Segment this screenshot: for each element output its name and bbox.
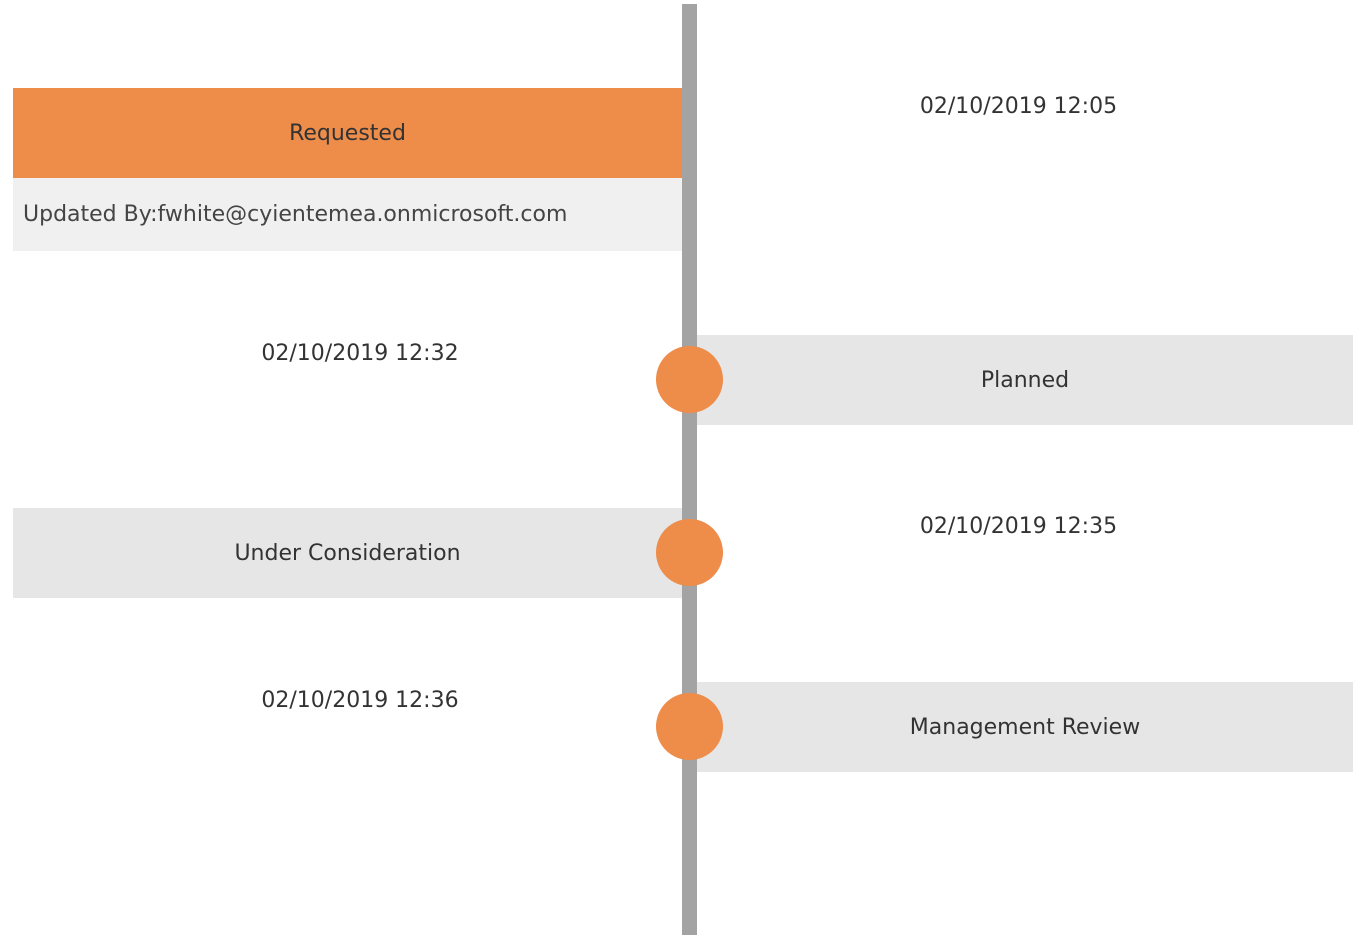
status-label: Management Review [909, 714, 1141, 740]
status-label: Requested [289, 120, 406, 146]
timeline-line [682, 4, 697, 935]
timestamp-management-review: 02/10/2019 12:36 [261, 688, 459, 713]
timeline-status-requested[interactable]: Requested [13, 88, 682, 178]
timeline-status-planned[interactable]: Planned [697, 335, 1353, 425]
timeline-status-management-review[interactable]: Management Review [697, 682, 1353, 772]
timeline-status-under-consideration[interactable]: Under Consideration [13, 508, 682, 598]
timeline-node-dot [656, 346, 723, 413]
timeline-node-dot [656, 693, 723, 760]
timeline-detail-requested: Updated By:fwhite@cyientemea.onmicrosoft… [13, 178, 682, 251]
timestamp-under-consideration: 02/10/2019 12:35 [919, 514, 1118, 539]
status-label: Planned [980, 367, 1070, 393]
timeline-node-dot [656, 519, 723, 586]
timestamp-requested: 02/10/2019 12:05 [919, 94, 1118, 119]
timestamp-planned: 02/10/2019 12:32 [261, 341, 459, 366]
status-label: Under Consideration [234, 540, 461, 566]
updated-by-text: Updated By:fwhite@cyientemea.onmicrosoft… [23, 202, 568, 227]
